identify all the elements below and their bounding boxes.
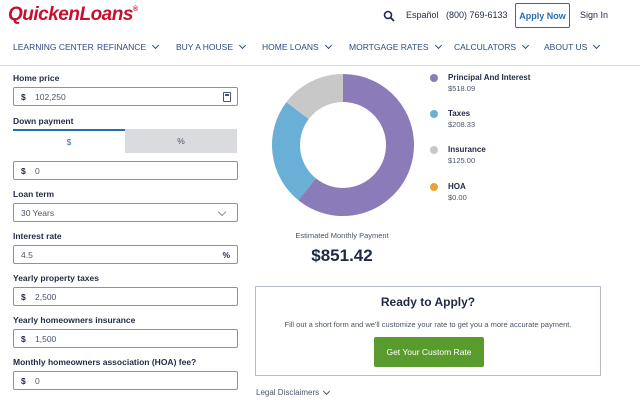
legend-amount: $518.09 (448, 84, 476, 93)
nav-mortgage-rates[interactable]: MORTGAGE RATES (349, 41, 442, 52)
insurance-label: Yearly homeowners insurance (13, 315, 136, 325)
chevron-down-icon (593, 41, 601, 50)
legend-label: Taxes (448, 109, 471, 118)
custom-rate-button[interactable]: Get Your Custom Rate (374, 337, 484, 367)
currency-prefix: $ (21, 376, 26, 386)
down-payment-value: 0 (35, 166, 40, 176)
calculator-icon[interactable] (223, 92, 231, 102)
home-price-label: Home price (13, 73, 60, 83)
donut-slice-taxes (272, 102, 317, 201)
currency-prefix: $ (21, 292, 26, 302)
nav-label: HOME LOANS (262, 42, 319, 52)
chevron-down-icon (324, 41, 332, 50)
chevron-down-icon (152, 41, 160, 50)
down-payment-label: Down payment (13, 116, 74, 126)
legend-label: Insurance (448, 145, 486, 154)
ready-to-apply-box: Ready to Apply? Fill out a short form an… (255, 286, 601, 376)
nav-buy-a-house[interactable]: BUY A HOUSE (176, 41, 247, 52)
logo-text: QuickenLoans (8, 4, 133, 25)
legend-swatch (430, 183, 438, 191)
nav-refinance[interactable]: REFINANCE (97, 41, 160, 52)
nav-label: ABOUT US (544, 42, 588, 52)
ready-title: Ready to Apply? (380, 295, 476, 309)
home-price-input[interactable]: $ 102,250 (13, 87, 238, 106)
nav-calculators[interactable]: CALCULATORS (454, 41, 530, 52)
site-header: QuickenLoans® Español (800) 769-6133 App… (0, 0, 640, 66)
payment-donut-chart (272, 74, 414, 216)
down-toggle-percent[interactable]: % (125, 129, 237, 153)
language-link[interactable]: Español (406, 10, 439, 20)
chevron-down-icon (238, 41, 247, 50)
nav-label: CALCULATORS (454, 42, 517, 52)
down-payment-toggle: $ % (13, 129, 238, 153)
currency-prefix: $ (21, 92, 26, 102)
insurance-value: 1,500 (35, 334, 57, 344)
hoa-value: 0 (35, 376, 40, 386)
home-price-value: 102,250 (35, 92, 66, 102)
legend-swatch (430, 74, 438, 82)
legend-label: HOA (448, 182, 466, 191)
property-tax-input[interactable]: $ 2,500 (13, 287, 238, 306)
sign-in-link[interactable]: Sign In (580, 10, 608, 20)
interest-rate-label: Interest rate (13, 231, 62, 241)
hoa-input[interactable]: $ 0 (13, 371, 238, 390)
loan-term-select[interactable]: 30 Years (13, 203, 238, 222)
chevron-down-icon (434, 41, 442, 50)
currency-prefix: $ (21, 166, 26, 176)
legend-swatch (430, 146, 438, 154)
donut-slice-insurance (286, 74, 344, 120)
chevron-down-icon (217, 207, 227, 217)
logo-mark: ® (132, 5, 138, 13)
nav-about-us[interactable]: ABOUT US (544, 41, 601, 52)
legend-amount: $0.00 (448, 193, 467, 202)
nav-label: BUY A HOUSE (176, 42, 234, 52)
hoa-label: Monthly homeowners association (HOA) fee… (13, 357, 197, 367)
apply-now-button[interactable]: Apply Now (515, 3, 570, 28)
percent-suffix: % (222, 250, 230, 260)
chevron-down-icon (522, 41, 530, 50)
legend-amount: $208.33 (448, 120, 476, 129)
nav-label: MORTGAGE RATES (349, 42, 429, 52)
loan-term-label: Loan term (13, 189, 55, 199)
nav-label: REFINANCE (97, 42, 147, 52)
estimate-label: Estimated Monthly Payment (295, 231, 389, 240)
search-icon[interactable] (383, 10, 395, 22)
legend-amount: $125.00 (448, 156, 476, 165)
legend-swatch (430, 110, 438, 118)
chevron-down-icon (323, 387, 331, 395)
currency-prefix: $ (21, 334, 26, 344)
nav-learning-center[interactable]: LEARNING CENTER (13, 42, 94, 52)
ready-text: Fill out a short form and we'll customiz… (284, 320, 572, 329)
nav-label: LEARNING CENTER (13, 42, 94, 52)
quicken-loans-logo[interactable]: QuickenLoans® (8, 4, 138, 26)
legend-label: Principal And Interest (448, 73, 531, 82)
interest-rate-input[interactable]: 4.5 % (13, 245, 238, 264)
main-nav: LEARNING CENTER REFINANCE BUY A HOUSE HO… (0, 38, 640, 58)
down-toggle-dollar[interactable]: $ (13, 129, 125, 153)
property-tax-value: 2,500 (35, 292, 57, 302)
legal-disclaimers-toggle[interactable]: Legal Disclaimers (256, 387, 331, 397)
nav-home-loans[interactable]: HOME LOANS (262, 41, 332, 52)
property-tax-label: Yearly property taxes (13, 273, 99, 283)
interest-rate-value: 4.5 (21, 250, 33, 260)
disclaimer-label: Legal Disclaimers (256, 388, 320, 397)
estimate-value: $851.42 (311, 246, 373, 265)
phone-number[interactable]: (800) 769-6133 (446, 10, 508, 20)
insurance-input[interactable]: $ 1,500 (13, 329, 238, 348)
down-payment-input[interactable]: $ 0 (13, 161, 238, 180)
loan-term-value: 30 Years (21, 208, 55, 218)
